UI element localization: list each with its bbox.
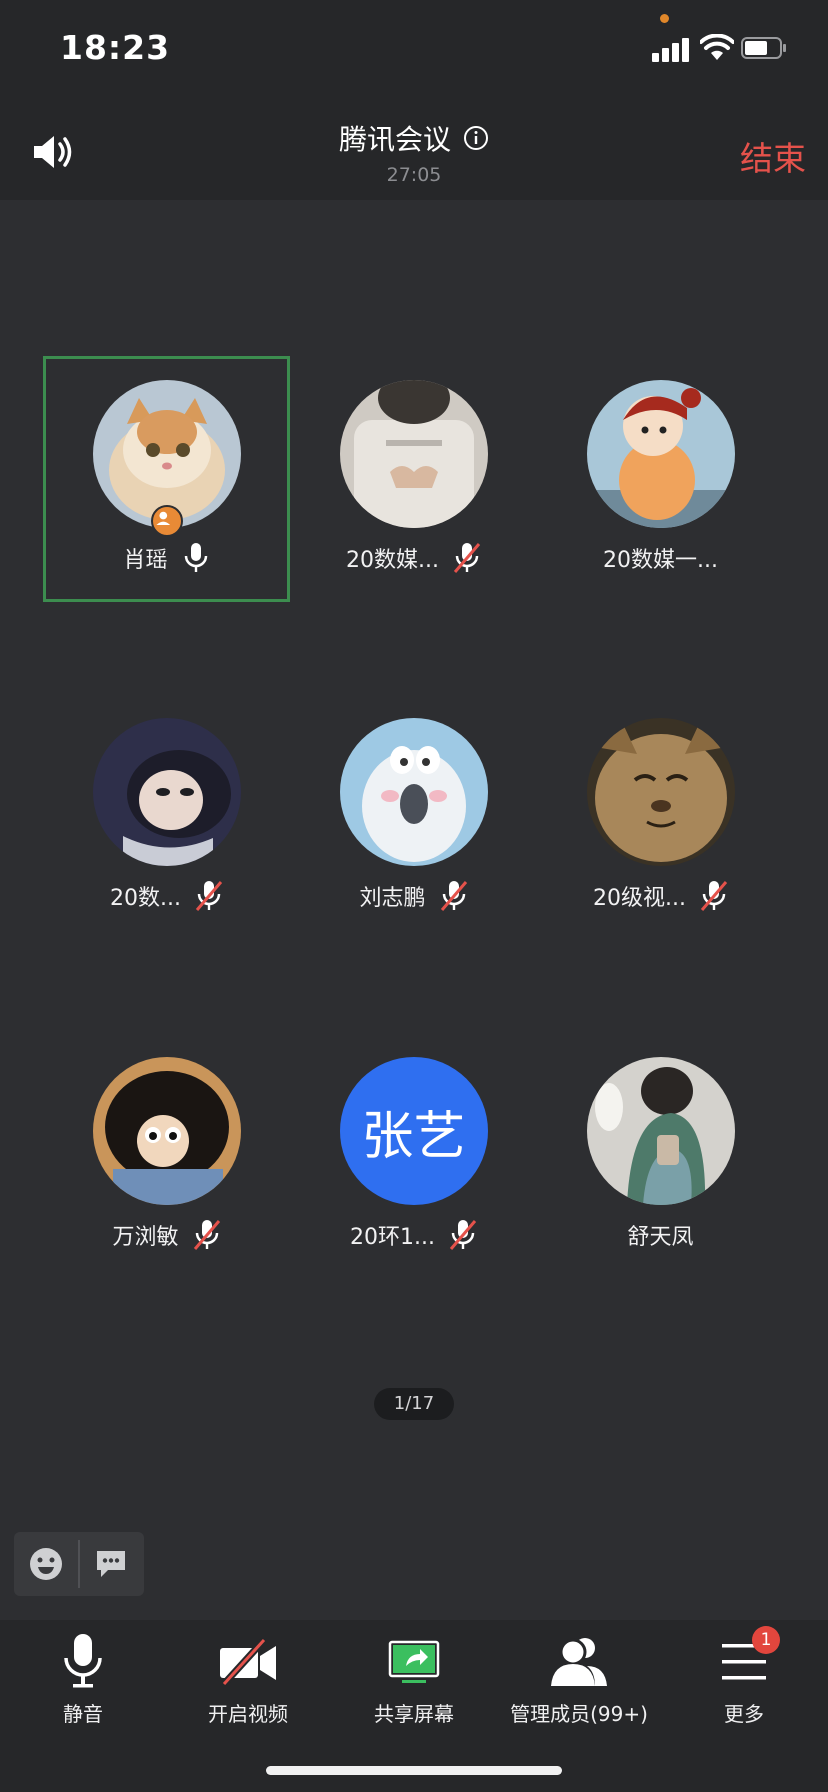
meeting-duration: 27:05 <box>386 164 442 186</box>
emoji-icon[interactable] <box>28 1546 64 1582</box>
meeting-title[interactable]: 腾讯会议 <box>0 118 828 158</box>
participant-name: 20级视... <box>593 886 686 911</box>
participant-tile[interactable]: 舒天凤 <box>537 1033 784 1279</box>
participant-name-row: 20数媒... <box>290 542 537 574</box>
battery-icon <box>741 37 786 59</box>
participant-name-row: 20数... <box>43 880 290 912</box>
participant-name-row: 刘志鹏 <box>290 880 537 912</box>
participant-name: 20数媒一... <box>603 548 718 573</box>
avatar <box>92 718 241 866</box>
manage-members-label: 管理成员(99+) <box>510 1702 648 1726</box>
microphone-icon <box>184 543 207 572</box>
status-time: 18:23 <box>60 28 171 67</box>
avatar-initials: 张艺 <box>361 1106 466 1167</box>
participant-tile-active[interactable]: 肖瑶 <box>43 356 290 602</box>
avatar <box>586 1057 735 1205</box>
share-screen-button[interactable]: 共享屏幕 <box>339 1620 489 1730</box>
end-meeting-button[interactable]: 结束 <box>740 132 806 180</box>
microphone-muted-icon <box>440 881 467 911</box>
members-icon <box>551 1638 607 1686</box>
participant-name: 舒天凤 <box>627 1225 694 1250</box>
microphone-muted-icon <box>449 1220 477 1250</box>
meeting-title-text: 腾讯会议 <box>338 123 451 156</box>
info-icon[interactable] <box>463 125 489 151</box>
manage-members-button[interactable]: 管理成员(99+) <box>504 1620 654 1730</box>
participant-name-row: 舒天凤 <box>537 1219 784 1251</box>
participant-tile[interactable]: 20数媒一... <box>537 356 784 602</box>
participant-tile[interactable]: 刘志鹏 <box>290 694 537 940</box>
participant-tile[interactable]: 张艺 20环1... <box>290 1033 537 1279</box>
participant-name-row: 20数媒一... <box>537 542 784 574</box>
share-screen-label: 共享屏幕 <box>374 1702 454 1726</box>
avatar <box>339 380 488 528</box>
microphone-muted-icon <box>195 881 223 911</box>
more-button[interactable]: 更多 <box>669 1620 819 1730</box>
participant-name-row: 肖瑶 <box>46 542 287 574</box>
home-indicator[interactable] <box>266 1766 562 1775</box>
participant-tile[interactable]: 20数媒... <box>290 356 537 602</box>
participant-tile[interactable]: 20数... <box>43 694 290 940</box>
share-screen-icon <box>388 1640 440 1683</box>
avatar-text: 张艺 <box>339 1057 488 1205</box>
participant-name: 20环1... <box>350 1225 435 1250</box>
host-icon <box>150 505 183 537</box>
participant-tile[interactable]: 万浏敏 <box>43 1033 290 1279</box>
chat-icon[interactable] <box>94 1548 128 1580</box>
wifi-icon <box>700 34 734 60</box>
participant-name-row: 20级视... <box>537 880 784 912</box>
microphone-muted-icon <box>700 881 728 911</box>
notification-badge: 1 <box>752 1626 780 1654</box>
start-video-label: 开启视频 <box>208 1702 288 1726</box>
participant-tile[interactable]: 20级视... <box>537 694 784 940</box>
participant-name: 刘志鹏 <box>359 886 426 911</box>
participant-name-row: 万浏敏 <box>43 1219 290 1251</box>
avatar <box>586 718 735 866</box>
avatar <box>92 1057 241 1205</box>
privacy-indicator-dot <box>660 14 669 23</box>
avatar <box>586 380 735 528</box>
participant-name: 20数媒... <box>346 548 439 573</box>
page-indicator: 1/17 <box>374 1388 454 1420</box>
start-video-button[interactable]: 开启视频 <box>173 1620 323 1730</box>
participant-name: 20数... <box>110 886 181 911</box>
microphone-muted-icon <box>193 1220 220 1250</box>
more-label: 更多 <box>724 1702 764 1726</box>
participant-name-row: 20环1... <box>290 1219 537 1251</box>
cellular-signal-icon <box>652 36 692 62</box>
reaction-bar <box>14 1532 144 1596</box>
microphone-muted-icon <box>453 543 481 573</box>
mute-label: 静音 <box>63 1702 103 1726</box>
divider <box>78 1540 80 1588</box>
avatar <box>339 718 488 866</box>
video-off-icon <box>220 1637 276 1687</box>
participant-name: 肖瑶 <box>123 548 168 573</box>
microphone-icon <box>64 1634 102 1688</box>
participant-name: 万浏敏 <box>112 1225 179 1250</box>
mute-button[interactable]: 静音 <box>8 1620 158 1730</box>
